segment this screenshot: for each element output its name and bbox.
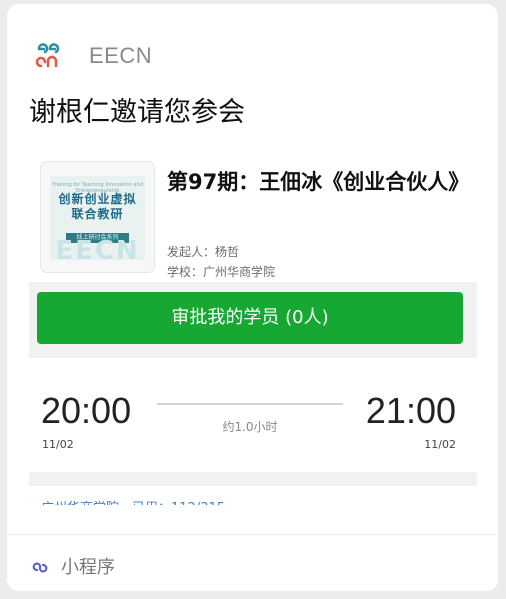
mini-program-link-icon	[32, 562, 48, 573]
footer-divider	[7, 534, 498, 535]
thumbnail-title-line1: 创新创业虚拟	[58, 192, 137, 206]
approve-students-button[interactable]: 审批我的学员 (0人)	[37, 292, 463, 344]
footer[interactable]: 小程序	[31, 551, 115, 581]
invite-title: 谢根仁邀请您参会	[29, 97, 245, 128]
event-thumbnail[interactable]: Training for Teaching Innovation and Ent…	[41, 162, 154, 272]
eecn-logo-icon	[35, 43, 60, 68]
mini-program-label: 小程序	[61, 557, 115, 578]
duration-label: 约1.0小时	[222, 420, 278, 434]
app-header: EECN	[35, 38, 152, 74]
duration-divider	[157, 403, 343, 405]
school-usage-text: 广州华商学院 已用：112/315	[41, 496, 461, 505]
invite-card[interactable]: EECN 谢根仁邀请您参会 Training for Teaching Inno…	[7, 4, 498, 591]
event-school: 学校：广州华商学院	[167, 265, 276, 279]
end-time: 21:00	[365, 390, 456, 431]
app-name: EECN	[89, 43, 153, 68]
end-date: 11/02	[424, 438, 456, 451]
section-divider	[29, 472, 477, 486]
start-date: 11/02	[42, 438, 74, 451]
thumbnail-title-line2: 联合教研	[71, 207, 124, 221]
event-organizer: 发起人：杨哲	[167, 245, 240, 259]
thumbnail-title: 创新创业虚拟 联合教研	[50, 192, 145, 222]
start-time: 20:00	[41, 390, 132, 431]
thumbnail-watermark: EECN	[55, 236, 140, 266]
event-title[interactable]: 第97期：王佃冰《创业合伙人》	[167, 167, 469, 198]
thumbnail-poster: Training for Teaching Innovation and Ent…	[50, 176, 145, 266]
